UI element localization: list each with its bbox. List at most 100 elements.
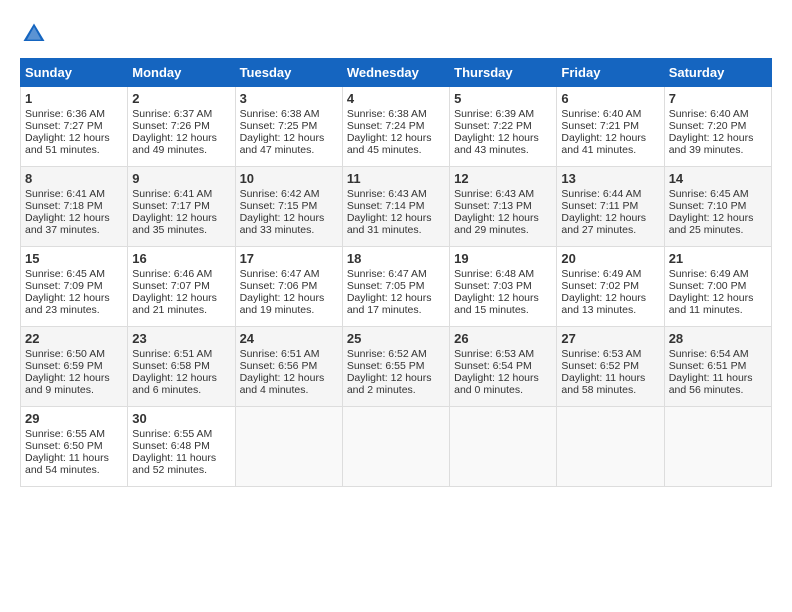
day-info-line: Sunset: 6:51 PM bbox=[669, 360, 767, 372]
day-info-line: Daylight: 12 hours bbox=[347, 212, 445, 224]
day-info-line: Sunset: 7:21 PM bbox=[561, 120, 659, 132]
day-number: 27 bbox=[561, 331, 659, 346]
calendar-cell: 12Sunrise: 6:43 AMSunset: 7:13 PMDayligh… bbox=[450, 167, 557, 247]
day-info-line: Sunset: 7:03 PM bbox=[454, 280, 552, 292]
day-info-line: Sunset: 6:55 PM bbox=[347, 360, 445, 372]
day-info-line: and 47 minutes. bbox=[240, 144, 338, 156]
day-number: 25 bbox=[347, 331, 445, 346]
day-info-line: Sunrise: 6:55 AM bbox=[132, 428, 230, 440]
day-info-line: Daylight: 12 hours bbox=[132, 132, 230, 144]
calendar-cell: 18Sunrise: 6:47 AMSunset: 7:05 PMDayligh… bbox=[342, 247, 449, 327]
day-info-line: Sunrise: 6:51 AM bbox=[240, 348, 338, 360]
day-info-line: Sunset: 7:06 PM bbox=[240, 280, 338, 292]
day-info-line: Daylight: 11 hours bbox=[669, 372, 767, 384]
day-info-line: Daylight: 12 hours bbox=[132, 212, 230, 224]
day-info-line: Daylight: 12 hours bbox=[454, 212, 552, 224]
calendar-cell: 20Sunrise: 6:49 AMSunset: 7:02 PMDayligh… bbox=[557, 247, 664, 327]
calendar-header: SundayMondayTuesdayWednesdayThursdayFrid… bbox=[21, 59, 772, 87]
day-info-line: Daylight: 12 hours bbox=[347, 372, 445, 384]
day-info-line: and 41 minutes. bbox=[561, 144, 659, 156]
day-number: 15 bbox=[25, 251, 123, 266]
calendar-cell: 28Sunrise: 6:54 AMSunset: 6:51 PMDayligh… bbox=[664, 327, 771, 407]
day-info-line: Sunrise: 6:43 AM bbox=[347, 188, 445, 200]
day-info-line: Sunrise: 6:37 AM bbox=[132, 108, 230, 120]
day-info-line: Sunset: 6:52 PM bbox=[561, 360, 659, 372]
day-number: 19 bbox=[454, 251, 552, 266]
day-info-line: Sunset: 6:50 PM bbox=[25, 440, 123, 452]
day-number: 10 bbox=[240, 171, 338, 186]
day-number: 14 bbox=[669, 171, 767, 186]
day-header: Saturday bbox=[664, 59, 771, 87]
day-info-line: Sunrise: 6:53 AM bbox=[561, 348, 659, 360]
calendar-body: 1Sunrise: 6:36 AMSunset: 7:27 PMDaylight… bbox=[21, 87, 772, 487]
calendar-week-row: 15Sunrise: 6:45 AMSunset: 7:09 PMDayligh… bbox=[21, 247, 772, 327]
calendar-cell: 14Sunrise: 6:45 AMSunset: 7:10 PMDayligh… bbox=[664, 167, 771, 247]
calendar-cell bbox=[664, 407, 771, 487]
calendar-cell: 15Sunrise: 6:45 AMSunset: 7:09 PMDayligh… bbox=[21, 247, 128, 327]
calendar-cell bbox=[235, 407, 342, 487]
day-info-line: Sunrise: 6:38 AM bbox=[347, 108, 445, 120]
day-number: 5 bbox=[454, 91, 552, 106]
calendar-table: SundayMondayTuesdayWednesdayThursdayFrid… bbox=[20, 58, 772, 487]
calendar-week-row: 22Sunrise: 6:50 AMSunset: 6:59 PMDayligh… bbox=[21, 327, 772, 407]
day-info-line: Sunset: 7:26 PM bbox=[132, 120, 230, 132]
day-number: 1 bbox=[25, 91, 123, 106]
day-info-line: Daylight: 12 hours bbox=[25, 372, 123, 384]
day-info-line: Sunrise: 6:41 AM bbox=[132, 188, 230, 200]
day-number: 4 bbox=[347, 91, 445, 106]
day-info-line: Sunset: 7:27 PM bbox=[25, 120, 123, 132]
day-number: 9 bbox=[132, 171, 230, 186]
day-info-line: Sunrise: 6:50 AM bbox=[25, 348, 123, 360]
day-info-line: and 2 minutes. bbox=[347, 384, 445, 396]
day-info-line: Sunrise: 6:45 AM bbox=[669, 188, 767, 200]
day-number: 13 bbox=[561, 171, 659, 186]
day-info-line: Sunrise: 6:40 AM bbox=[669, 108, 767, 120]
day-info-line: Daylight: 12 hours bbox=[347, 292, 445, 304]
day-info-line: Daylight: 12 hours bbox=[669, 292, 767, 304]
calendar-cell: 17Sunrise: 6:47 AMSunset: 7:06 PMDayligh… bbox=[235, 247, 342, 327]
logo bbox=[20, 20, 52, 48]
day-info-line: and 51 minutes. bbox=[25, 144, 123, 156]
calendar-week-row: 8Sunrise: 6:41 AMSunset: 7:18 PMDaylight… bbox=[21, 167, 772, 247]
calendar-week-row: 1Sunrise: 6:36 AMSunset: 7:27 PMDaylight… bbox=[21, 87, 772, 167]
day-info-line: and 54 minutes. bbox=[25, 464, 123, 476]
calendar-cell: 21Sunrise: 6:49 AMSunset: 7:00 PMDayligh… bbox=[664, 247, 771, 327]
day-info-line: and 21 minutes. bbox=[132, 304, 230, 316]
calendar-cell: 30Sunrise: 6:55 AMSunset: 6:48 PMDayligh… bbox=[128, 407, 235, 487]
calendar-cell: 22Sunrise: 6:50 AMSunset: 6:59 PMDayligh… bbox=[21, 327, 128, 407]
day-number: 22 bbox=[25, 331, 123, 346]
day-info-line: Sunrise: 6:38 AM bbox=[240, 108, 338, 120]
day-info-line: and 19 minutes. bbox=[240, 304, 338, 316]
day-info-line: and 29 minutes. bbox=[454, 224, 552, 236]
calendar-cell bbox=[557, 407, 664, 487]
day-info-line: and 45 minutes. bbox=[347, 144, 445, 156]
day-number: 24 bbox=[240, 331, 338, 346]
day-info-line: Daylight: 12 hours bbox=[561, 292, 659, 304]
day-info-line: and 6 minutes. bbox=[132, 384, 230, 396]
day-info-line: Daylight: 12 hours bbox=[454, 132, 552, 144]
day-info-line: and 37 minutes. bbox=[25, 224, 123, 236]
day-info-line: Sunset: 7:09 PM bbox=[25, 280, 123, 292]
day-info-line: Daylight: 12 hours bbox=[454, 292, 552, 304]
day-number: 30 bbox=[132, 411, 230, 426]
day-info-line: Sunset: 7:00 PM bbox=[669, 280, 767, 292]
day-info-line: and 4 minutes. bbox=[240, 384, 338, 396]
calendar-cell: 8Sunrise: 6:41 AMSunset: 7:18 PMDaylight… bbox=[21, 167, 128, 247]
day-info-line: Sunrise: 6:44 AM bbox=[561, 188, 659, 200]
calendar-cell: 11Sunrise: 6:43 AMSunset: 7:14 PMDayligh… bbox=[342, 167, 449, 247]
day-number: 11 bbox=[347, 171, 445, 186]
day-number: 18 bbox=[347, 251, 445, 266]
day-info-line: Daylight: 12 hours bbox=[132, 372, 230, 384]
day-header: Sunday bbox=[21, 59, 128, 87]
calendar-cell: 16Sunrise: 6:46 AMSunset: 7:07 PMDayligh… bbox=[128, 247, 235, 327]
calendar-cell: 23Sunrise: 6:51 AMSunset: 6:58 PMDayligh… bbox=[128, 327, 235, 407]
day-info-line: Sunset: 7:11 PM bbox=[561, 200, 659, 212]
calendar-cell bbox=[450, 407, 557, 487]
day-info-line: Sunrise: 6:49 AM bbox=[669, 268, 767, 280]
day-info-line: Sunset: 6:54 PM bbox=[454, 360, 552, 372]
day-info-line: Sunrise: 6:53 AM bbox=[454, 348, 552, 360]
day-number: 17 bbox=[240, 251, 338, 266]
day-info-line: Sunrise: 6:46 AM bbox=[132, 268, 230, 280]
day-info-line: Sunrise: 6:39 AM bbox=[454, 108, 552, 120]
day-info-line: Sunset: 7:07 PM bbox=[132, 280, 230, 292]
